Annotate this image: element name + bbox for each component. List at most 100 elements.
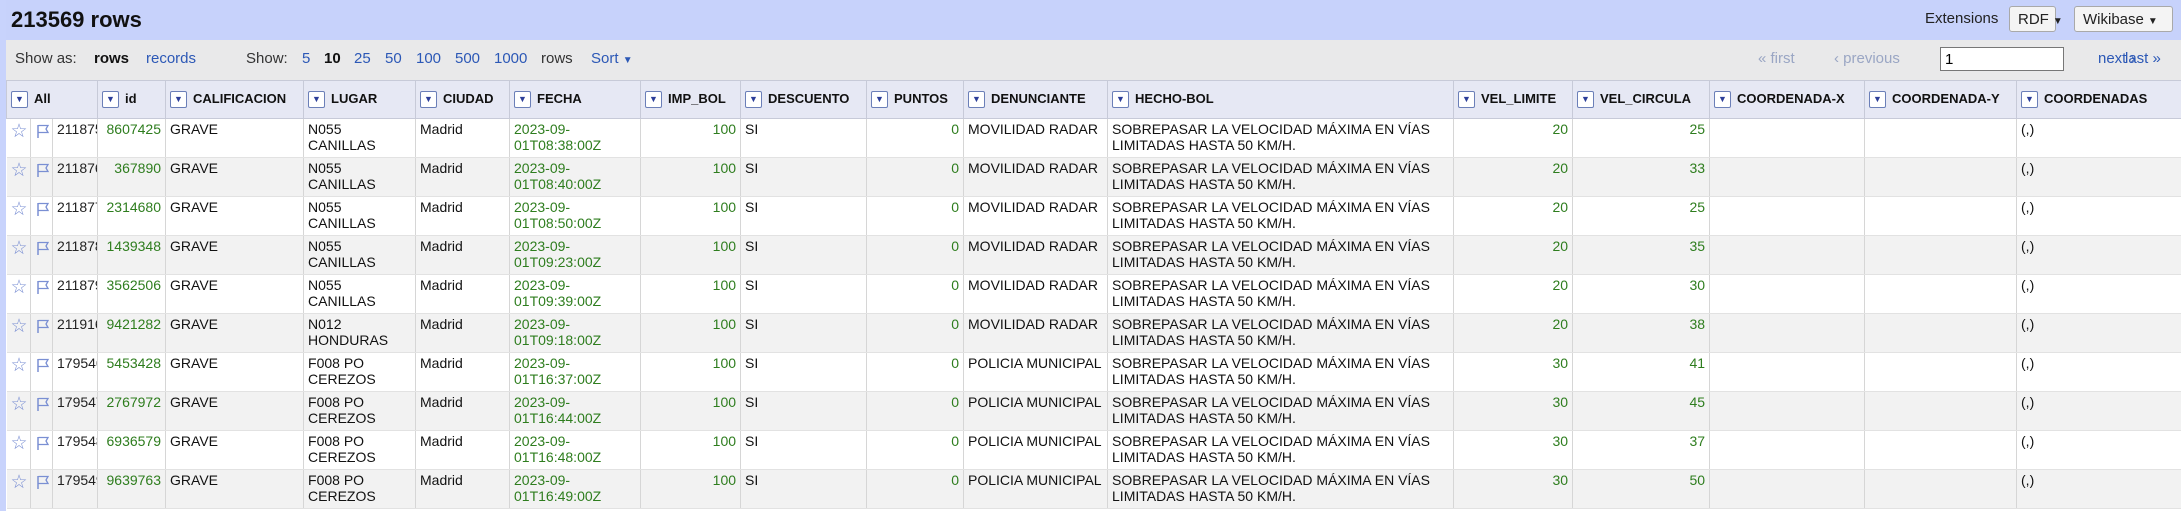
cell-id[interactable]: 5453428 <box>97 352 167 392</box>
star-icon[interactable]: ☆ <box>11 355 28 376</box>
star-cell[interactable]: ☆ <box>6 235 31 275</box>
star-cell[interactable]: ☆ <box>6 274 31 314</box>
dropdown-arrow-icon[interactable]: ▼ <box>2021 91 2039 109</box>
star-icon[interactable]: ☆ <box>11 316 28 337</box>
star-icon[interactable]: ☆ <box>11 160 28 181</box>
page-size-1000[interactable]: 1000 <box>494 50 527 67</box>
flag-icon[interactable] <box>35 397 51 415</box>
row-number: 211877. <box>52 196 99 236</box>
star-icon[interactable]: ☆ <box>11 394 28 415</box>
column-header-vel-limite[interactable]: ▼ VEL_LIMITE <box>1453 80 1574 119</box>
star-icon[interactable]: ☆ <box>11 121 28 142</box>
star-icon[interactable]: ☆ <box>11 472 28 493</box>
flag-icon[interactable] <box>35 475 51 493</box>
flag-cell[interactable] <box>30 430 53 470</box>
star-cell[interactable]: ☆ <box>6 313 31 353</box>
star-cell[interactable]: ☆ <box>6 352 31 392</box>
flag-icon[interactable] <box>35 280 51 298</box>
cell-id[interactable]: 8607425 <box>97 118 167 158</box>
column-header-id[interactable]: ▼ id <box>97 80 167 119</box>
flag-cell[interactable] <box>30 469 53 509</box>
cell-id[interactable]: 3562506 <box>97 274 167 314</box>
cell-id[interactable]: 1439348 <box>97 235 167 275</box>
flag-cell[interactable] <box>30 274 53 314</box>
dropdown-arrow-icon[interactable]: ▼ <box>1112 91 1130 109</box>
flag-icon[interactable] <box>35 202 51 220</box>
column-header-puntos[interactable]: ▼ PUNTOS <box>866 80 965 119</box>
first-page-link[interactable]: « first <box>1758 50 1795 67</box>
dropdown-arrow-icon[interactable]: ▼ <box>968 91 986 109</box>
column-header-all[interactable]: ▼ All <box>5 80 99 119</box>
cell-denunciante: POLICIA MUNICIPAL <box>963 391 1109 431</box>
view-mode-rows[interactable]: rows <box>94 50 129 67</box>
star-cell[interactable]: ☆ <box>6 196 31 236</box>
flag-icon[interactable] <box>35 358 51 376</box>
dropdown-arrow-icon[interactable]: ▼ <box>420 91 438 109</box>
column-header-calificacion[interactable]: ▼ CALIFICACION <box>165 80 305 119</box>
dropdown-arrow-icon[interactable]: ▼ <box>871 91 889 109</box>
column-header-ciudad[interactable]: ▼ CIUDAD <box>415 80 511 119</box>
dropdown-arrow-icon[interactable]: ▼ <box>308 91 326 109</box>
dropdown-arrow-icon[interactable]: ▼ <box>1577 91 1595 109</box>
page-size-100[interactable]: 100 <box>416 50 441 67</box>
dropdown-arrow-icon[interactable]: ▼ <box>11 91 28 109</box>
view-mode-records[interactable]: records <box>146 50 196 67</box>
dropdown-arrow-icon[interactable]: ▼ <box>1458 91 1476 109</box>
dropdown-arrow-icon[interactable]: ▼ <box>514 91 532 109</box>
dropdown-arrow-icon[interactable]: ▼ <box>1869 91 1887 109</box>
rdf-menu-button[interactable]: RDF ▼ <box>2009 6 2063 32</box>
star-cell[interactable]: ☆ <box>6 157 31 197</box>
cell-id[interactable]: 2314680 <box>97 196 167 236</box>
column-header-coordenada-y[interactable]: ▼ COORDENADA-Y <box>1864 80 2018 119</box>
star-icon[interactable]: ☆ <box>11 277 28 298</box>
cell-id[interactable]: 6936579 <box>97 430 167 470</box>
cell-id[interactable]: 2767972 <box>97 391 167 431</box>
dropdown-arrow-icon[interactable]: ▼ <box>645 91 663 109</box>
page-size-50[interactable]: 50 <box>385 50 402 67</box>
last-page-link[interactable]: last » <box>2125 50 2161 67</box>
flag-cell[interactable] <box>30 313 53 353</box>
flag-icon[interactable] <box>35 124 51 142</box>
column-header-vel-circula[interactable]: ▼ VEL_CIRCULA <box>1572 80 1711 119</box>
star-cell[interactable]: ☆ <box>6 118 31 158</box>
dropdown-arrow-icon[interactable]: ▼ <box>745 91 763 109</box>
flag-icon[interactable] <box>35 436 51 454</box>
column-header-imp-bol[interactable]: ▼ IMP_BOL <box>640 80 742 119</box>
dropdown-arrow-icon[interactable]: ▼ <box>1714 91 1732 109</box>
page-number-input[interactable] <box>1940 47 2064 71</box>
wikibase-menu-button[interactable]: Wikibase ▼ <box>2074 6 2173 32</box>
page-size-25[interactable]: 25 <box>354 50 371 67</box>
star-icon[interactable]: ☆ <box>11 199 28 220</box>
flag-cell[interactable] <box>30 196 53 236</box>
cell-id[interactable]: 9421282 <box>97 313 167 353</box>
flag-cell[interactable] <box>30 235 53 275</box>
page-size-10[interactable]: 10 <box>324 50 341 67</box>
flag-icon[interactable] <box>35 319 51 337</box>
flag-icon[interactable] <box>35 163 51 181</box>
cell-id[interactable]: 9639763 <box>97 469 167 509</box>
flag-cell[interactable] <box>30 118 53 158</box>
star-cell[interactable]: ☆ <box>6 469 31 509</box>
page-size-500[interactable]: 500 <box>455 50 480 67</box>
sort-menu[interactable]: Sort ▼ <box>591 50 633 67</box>
column-header-denunciante[interactable]: ▼ DENUNCIANTE <box>963 80 1109 119</box>
column-header-lugar[interactable]: ▼ LUGAR <box>303 80 417 119</box>
star-cell[interactable]: ☆ <box>6 391 31 431</box>
star-cell[interactable]: ☆ <box>6 430 31 470</box>
column-header-coordenadas[interactable]: ▼ COORDENADAS <box>2016 80 2181 119</box>
column-header-fecha[interactable]: ▼ FECHA <box>509 80 642 119</box>
flag-cell[interactable] <box>30 352 53 392</box>
dropdown-arrow-icon[interactable]: ▼ <box>170 91 188 109</box>
dropdown-arrow-icon[interactable]: ▼ <box>102 91 120 109</box>
column-header-descuento[interactable]: ▼ DESCUENTO <box>740 80 868 119</box>
column-header-coordenada-x[interactable]: ▼ COORDENADA-X <box>1709 80 1866 119</box>
flag-cell[interactable] <box>30 391 53 431</box>
flag-cell[interactable] <box>30 157 53 197</box>
column-header-hecho-bol[interactable]: ▼ HECHO-BOL <box>1107 80 1455 119</box>
flag-icon[interactable] <box>35 241 51 259</box>
star-icon[interactable]: ☆ <box>11 433 28 454</box>
cell-id[interactable]: 367890 <box>97 157 167 197</box>
star-icon[interactable]: ☆ <box>11 238 28 259</box>
previous-page-link[interactable]: ‹ previous <box>1834 50 1900 67</box>
page-size-5[interactable]: 5 <box>302 50 310 67</box>
